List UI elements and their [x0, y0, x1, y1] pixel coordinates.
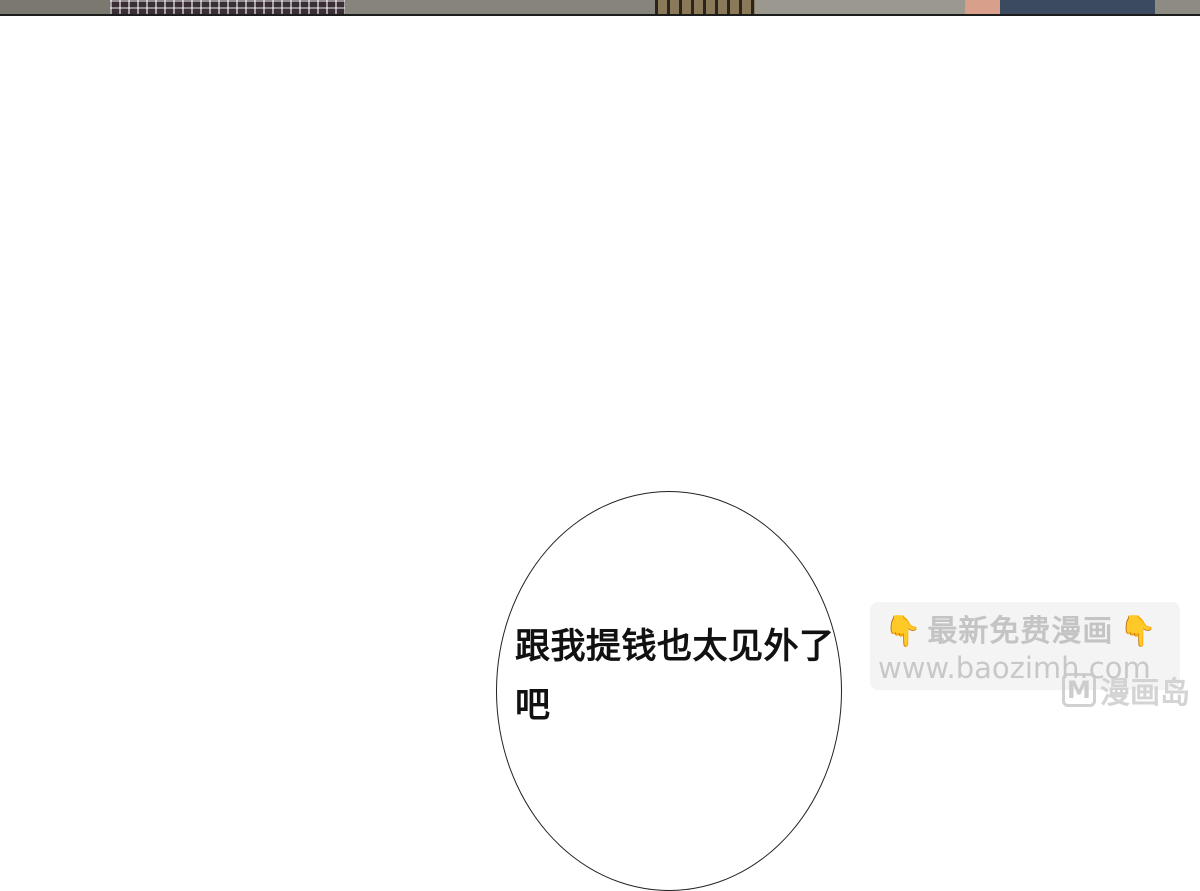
brand-logo: M 漫画岛: [1062, 668, 1200, 712]
pointing-down-hand-icon: 👇: [1119, 614, 1157, 649]
brand-name: 漫画岛: [1100, 676, 1190, 711]
watermark-title: 最新免费漫画: [927, 614, 1114, 649]
panel-plaid-clothing: [110, 0, 345, 14]
panel-wall-middle: [345, 0, 655, 14]
watermark-title-row: 👇 最新免费漫画 👇: [884, 612, 1169, 652]
brand-mark-icon: M: [1062, 673, 1096, 707]
panel-figure-coat: [1000, 0, 1155, 14]
panel-figure-hand: [965, 0, 1000, 14]
panel-wall-left: [0, 0, 110, 14]
top-comic-panel: [0, 0, 1200, 16]
speech-bubble: 跟我提钱也太见外了吧: [496, 491, 842, 891]
pointing-down-hand-icon: 👇: [884, 614, 922, 649]
panel-wall-right: [755, 0, 965, 14]
panel-wall-far: [1155, 0, 1200, 14]
panel-shelf: [655, 0, 755, 14]
speech-text: 跟我提钱也太见外了吧: [515, 627, 835, 726]
